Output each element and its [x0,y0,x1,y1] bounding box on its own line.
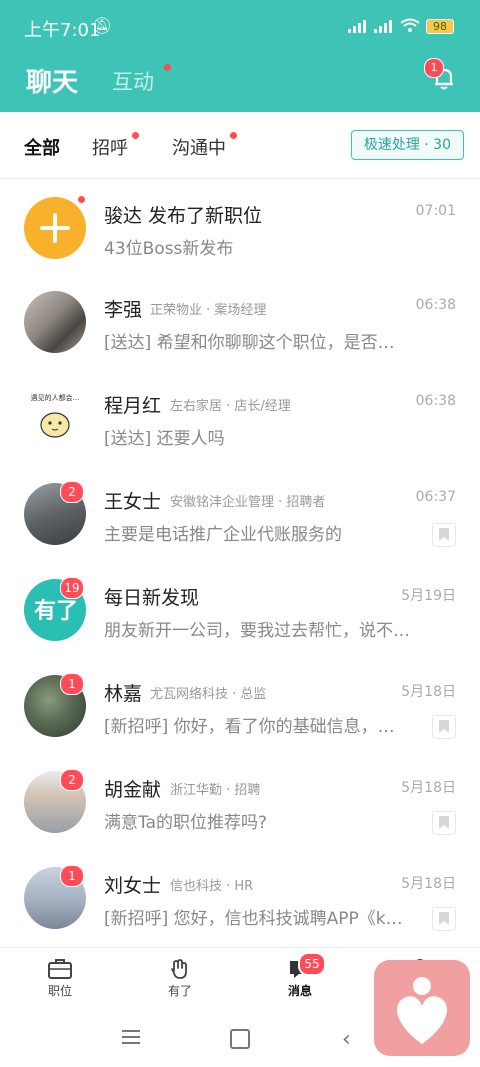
avatar-new-job [24,197,86,259]
chat-name: 每日新发现 [104,587,200,609]
talking-dot [230,132,237,139]
chat-row[interactable]: 李强 正荣物业 · 案场经理 06:38 [送达] 希望和你聊聊这个职位，是否… [0,273,480,369]
chat-name: 骏达 发布了新职位 [104,205,263,227]
tab-jobs-label: 职位 [47,984,72,998]
signal-icon [348,19,368,33]
chat-message: [送达] 希望和你聊聊这个职位，是否… [104,333,395,353]
chat-name: 王女士 [104,491,162,513]
chat-list: 骏达 发布了新职位 07:01 43位Boss新发布 李强 正荣物业 · 案场经… [0,179,480,947]
floating-heart-button[interactable] [374,960,470,1056]
filter-all[interactable]: 全部 [24,134,60,160]
filter-talking[interactable]: 沟通中 [172,134,226,160]
home-icon[interactable] [230,1029,250,1049]
wifi-icon [400,18,420,34]
sticker-text: 遇见的人都会... [30,394,80,402]
chat-company: 浙江华勤 · 招聘 [170,783,261,798]
chat-name: 程月红 [104,395,162,417]
tab-youle[interactable]: 有了 [140,956,220,999]
chat-row[interactable]: 遇见的人都会... 程月红 左右家居 · 店长/经理 06:38 [送达] 还要… [0,369,480,465]
chat-time: 5月18日 [401,780,456,796]
back-icon[interactable]: ‹ [342,1027,351,1052]
battery-icon: 98 [426,18,454,34]
chat-row[interactable]: 1 刘女士 信也科技 · HR 5月18日 [新招呼] 您好，信也科技诚聘APP… [0,849,480,945]
chat-company: 信也科技 · HR [170,879,254,894]
notification-bell-icon[interactable]: 1 [424,58,458,92]
chat-time: 5月19日 [401,588,456,604]
bookmark-icon[interactable] [432,523,456,547]
chat-row[interactable]: 2 胡金献 浙江华勤 · 招聘 5月18日 满意Ta的职位推荐吗? [0,753,480,849]
tab-interact[interactable]: 互动 [112,66,154,96]
chat-name: 刘女士 [104,875,162,897]
tab-messages-label: 消息 [287,984,312,998]
chat-company: 尤瓦网络科技 · 总监 [150,687,267,702]
tab-jobs[interactable]: 职位 [20,956,100,999]
filter-bar: 全部 招呼 沟通中 极速处理 · 30 [0,112,480,179]
chat-message: [送达] 还要人吗 [104,429,225,449]
chat-name: 李强 [104,299,143,321]
chat-time: 5月18日 [401,876,456,892]
unread-badge: 1 [60,865,84,887]
status-time: 上午7:01 [24,20,101,41]
top-header: 上午7:01 🔕︎ 98 聊天 互动 1 [0,0,480,112]
avatar-sticker: 遇见的人都会... [24,387,86,449]
tab-chat[interactable]: 聊天 [26,62,78,99]
bookmark-icon[interactable] [432,811,456,835]
briefcase-icon [20,956,100,982]
chat-message: [新招呼] 您好，信也科技诚聘APP《k… [104,909,403,929]
hand-icon [140,956,220,982]
chat-message: 朋友新开一公司，要我过去帮忙，说不会… [104,621,420,641]
greet-dot [132,132,139,139]
unread-dot [78,196,85,203]
unread-badge: 2 [60,769,84,791]
chat-row[interactable]: 有了 19 每日新发现 5月19日 朋友新开一公司，要我过去帮忙，说不会… [0,561,480,657]
mute-icon: 🔕︎ [92,16,113,35]
signal-icon [374,19,394,33]
bookmark-icon[interactable] [432,715,456,739]
unread-badge: 1 [60,673,84,695]
chat-message: 主要是电话推广企业代账服务的 [104,525,342,545]
chat-message: 43位Boss新发布 [104,239,234,259]
chat-company: 安徽铭沣企业管理 · 招聘者 [170,495,326,510]
plus-icon [40,213,70,243]
chat-time: 07:01 [415,203,456,219]
avatar [24,291,86,353]
heart-person-icon [397,977,447,1044]
chat-row[interactable]: 1 林嘉 尤瓦网络科技 · 总监 5月18日 [新招呼] 你好，看了你的基础信息… [0,657,480,753]
title-row: 聊天 互动 1 [0,58,480,100]
chat-time: 06:38 [415,297,456,313]
recent-apps-icon[interactable] [122,1030,140,1048]
unread-badge: 2 [60,481,84,503]
tab-youle-label: 有了 [167,984,192,998]
status-icons: 98 [348,18,454,34]
chat-row[interactable]: 骏达 发布了新职位 07:01 43位Boss新发布 [0,179,480,275]
interact-dot [164,64,171,71]
chat-company: 左右家居 · 店长/经理 [170,399,291,414]
chat-name: 胡金献 [104,779,162,801]
bell-badge: 1 [424,58,444,78]
chat-time: 06:37 [415,489,456,505]
chat-name: 林嘉 [104,683,143,705]
chat-time: 06:38 [415,393,456,409]
quick-process-button[interactable]: 极速处理 · 30 [350,130,464,160]
chat-message: 满意Ta的职位推荐吗? [104,813,268,833]
unread-badge: 19 [60,577,84,599]
chat-row[interactable]: 2 王女士 安徽铭沣企业管理 · 招聘者 06:37 主要是电话推广企业代账服务… [0,465,480,561]
messages-badge: 55 [298,952,326,976]
status-bar: 上午7:01 🔕︎ 98 [0,0,480,52]
bookmark-icon[interactable] [432,907,456,931]
chat-company: 正荣物业 · 案场经理 [150,303,267,318]
chat-time: 5月18日 [401,684,456,700]
filter-greet[interactable]: 招呼 [92,134,128,160]
chat-message: [新招呼] 你好，看了你的基础信息，… [104,717,395,737]
